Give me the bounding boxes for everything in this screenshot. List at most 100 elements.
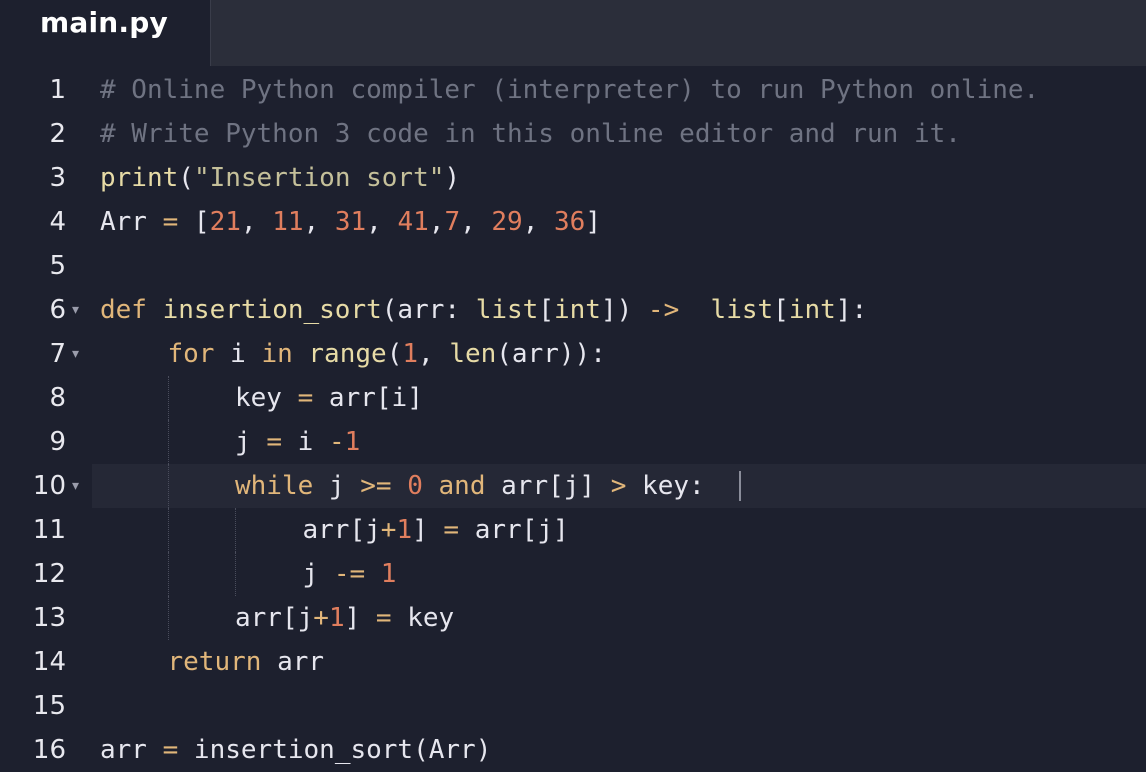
code-token: ]: (835, 295, 868, 325)
code-token: [ (538, 295, 554, 325)
code-line[interactable]: 10 ▾ while j >= 0 and arr[j] > key: (0, 464, 1146, 508)
code-token: ]) (600, 295, 648, 325)
code-line[interactable]: 8 key = arr[i] (0, 376, 1146, 420)
line-number[interactable]: 8 (0, 376, 66, 420)
code-token: 36 (554, 207, 586, 237)
code-line[interactable]: 15 (0, 684, 1146, 728)
code-token: 11 (272, 207, 304, 237)
code-text: # Online Python compiler (interpreter) t… (100, 68, 1039, 112)
code-line[interactable]: 2 # Write Python 3 code in this online ed… (0, 112, 1146, 156)
code-token: ] (344, 603, 376, 633)
code-token: ( (386, 339, 403, 369)
code-token: while (235, 471, 314, 501)
line-number[interactable]: 14 (0, 640, 66, 684)
code-token: int (553, 295, 601, 325)
line-number[interactable]: 11 (0, 508, 66, 552)
code-token: i (281, 427, 329, 457)
code-token: # Online Python compiler (interpreter) t… (100, 75, 1040, 105)
code-token: , (428, 207, 445, 237)
line-number[interactable]: 5 (0, 244, 66, 288)
code-token: -> (647, 295, 680, 325)
line-number[interactable]: 9 (0, 420, 66, 464)
code-editor[interactable]: 1 # Online Python compiler (interpreter) … (0, 66, 1146, 770)
code-token: arr[j (302, 515, 381, 545)
code-token: - (328, 427, 345, 457)
code-line[interactable]: 16 arr = insertion_sort(Arr) (0, 728, 1146, 772)
fold-arrow-icon[interactable]: ▾ (72, 288, 79, 332)
code-token: len (449, 339, 497, 369)
line-number[interactable]: 1 (0, 68, 66, 112)
code-text: arr[j+1] = key (235, 596, 454, 640)
code-line[interactable]: 13 arr[j+1] = key (0, 596, 1146, 640)
code-text: for i in range(1, len(arr)): (168, 332, 606, 376)
code-token: 7 (444, 207, 461, 237)
indent-guide (235, 552, 236, 596)
fold-arrow-icon[interactable]: ▾ (72, 332, 79, 376)
code-token: [ (773, 295, 789, 325)
line-number[interactable]: 7 (0, 332, 66, 376)
code-token: "Insertion sort" (193, 163, 445, 193)
code-line[interactable]: 1 # Online Python compiler (interpreter) … (0, 68, 1146, 112)
code-token: = (297, 383, 314, 413)
line-number[interactable]: 10 (0, 464, 66, 508)
code-text: Arr = [21, 11, 31, 41,7, 29, 36] (100, 200, 601, 244)
line-number[interactable]: 16 (0, 728, 66, 772)
code-line[interactable]: 6 ▾ def insertion_sort(arr: list[int]) -> … (0, 288, 1146, 332)
code-token: in (261, 339, 293, 369)
code-token: , (460, 207, 492, 237)
code-token: , (522, 207, 555, 237)
code-token: arr[j] (485, 471, 611, 501)
code-token: ) (444, 163, 461, 193)
line-number[interactable]: 13 (0, 596, 66, 640)
line-number[interactable]: 2 (0, 112, 66, 156)
code-text: while j >= 0 and arr[j] > key: (235, 464, 705, 508)
code-token: Arr (100, 207, 163, 237)
indent-guide (167, 508, 169, 552)
code-line[interactable]: 12 j -= 1 (0, 552, 1146, 596)
code-line[interactable]: 11 arr[j+1] = arr[j] (0, 508, 1146, 552)
code-token: , (366, 207, 398, 237)
code-token: key (235, 383, 298, 413)
code-token: and (438, 471, 486, 501)
code-token: 21 (209, 207, 241, 237)
code-token: key: (626, 471, 705, 501)
code-line[interactable]: 5 (0, 244, 1146, 288)
tab-main-py[interactable]: main.py (0, 0, 211, 66)
code-line[interactable]: 9 j = i -1 (0, 420, 1146, 464)
code-token: , (418, 339, 450, 369)
code-token: arr (261, 647, 325, 677)
line-number[interactable]: 6 (0, 288, 66, 332)
code-line[interactable]: 3 print("Insertion sort") (0, 156, 1146, 200)
line-number[interactable]: 12 (0, 552, 66, 596)
line-number[interactable]: 4 (0, 200, 66, 244)
code-line[interactable]: 4 Arr = [21, 11, 31, 41,7, 29, 36] (0, 200, 1146, 244)
indent-guide (235, 508, 236, 552)
code-token: -= (333, 559, 366, 589)
code-line[interactable]: 14 return arr (0, 640, 1146, 684)
code-token: > (610, 471, 627, 501)
code-text: def insertion_sort(arr: list[int]) -> li… (100, 288, 867, 332)
code-token: j (302, 559, 334, 589)
code-token: print (100, 163, 179, 193)
code-token: 1 (344, 427, 361, 457)
code-token: j (235, 427, 267, 457)
code-token: def (100, 295, 147, 325)
code-token: 0 (407, 471, 423, 501)
fold-arrow-icon[interactable]: ▾ (72, 464, 79, 508)
code-text: key = arr[i] (235, 376, 423, 420)
code-token: ( (178, 163, 194, 193)
code-token: i (214, 339, 262, 369)
line-number[interactable]: 3 (0, 156, 66, 200)
tab-bar: main.py (0, 0, 1146, 66)
code-token: list (475, 295, 539, 325)
code-token: = (266, 427, 282, 457)
code-text: j = i -1 (235, 420, 360, 464)
code-token: >= (360, 471, 392, 501)
line-number[interactable]: 15 (0, 684, 66, 728)
code-line[interactable]: 7 ▾ for i in range(1, len(arr)): (0, 332, 1146, 376)
